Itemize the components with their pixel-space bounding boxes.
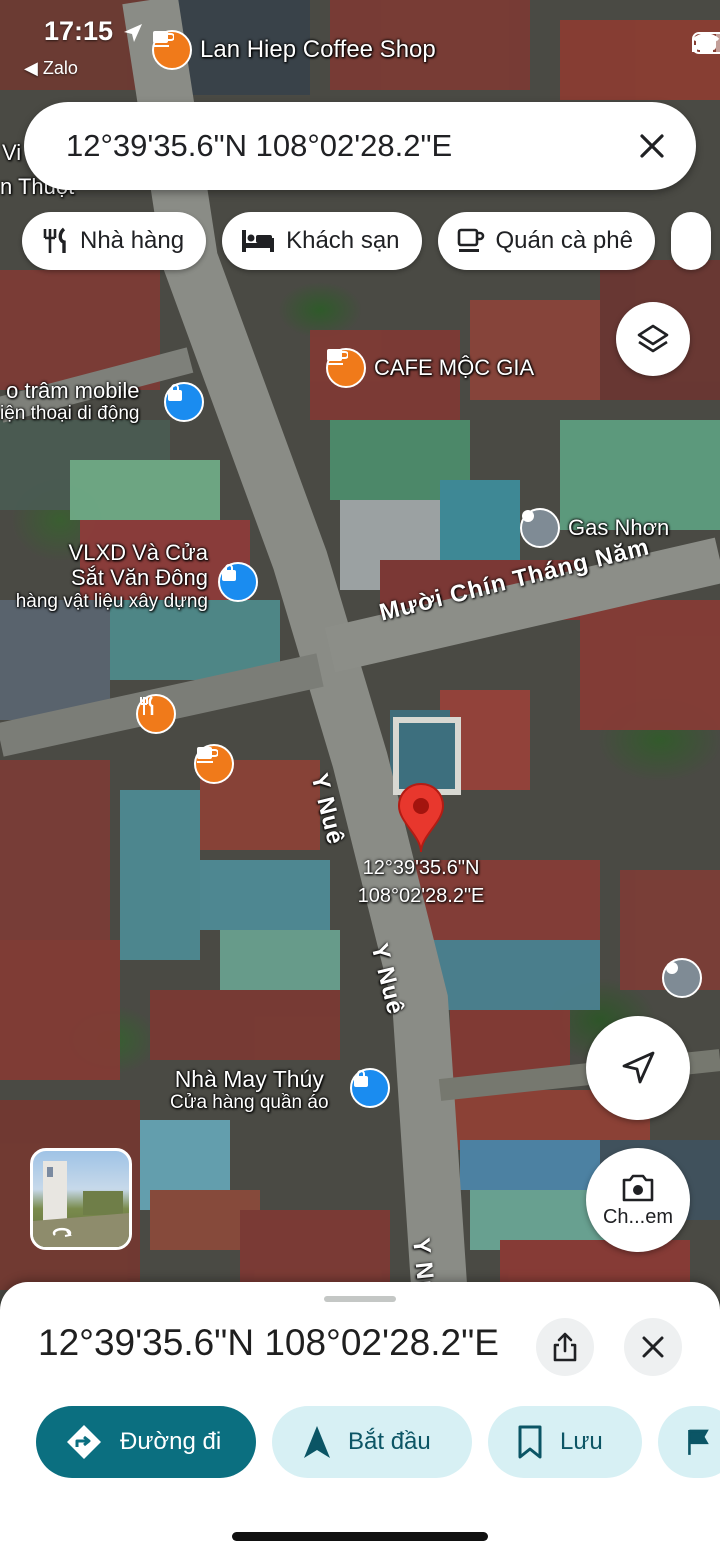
save-button[interactable]: Lưu <box>488 1406 642 1478</box>
lens-camera-button[interactable]: Ch...em <box>586 1148 690 1252</box>
dropped-pin-icon[interactable] <box>396 782 446 854</box>
coffee-pin-icon <box>152 30 192 70</box>
camera-icon <box>622 1174 654 1201</box>
navigation-arrow-icon <box>622 1051 655 1084</box>
layers-button[interactable] <box>616 302 690 376</box>
poi-label-vi: Vi <box>2 140 22 165</box>
coffee-pin-icon <box>326 348 366 388</box>
shopping-bag-pin-icon[interactable] <box>164 382 204 422</box>
poi-vlxd-van-dong[interactable]: VLXD Và Cửa Sắt Văn Đông hàng vật liệu x… <box>0 540 208 612</box>
place-bottom-sheet[interactable]: 12°39'35.6"N 108°02'28.2"E Đường đi Bắt … <box>0 1282 720 1557</box>
poi-tram-mobile[interactable]: o trâm mobile iện thoại di động <box>0 378 139 425</box>
sheet-drag-handle[interactable] <box>324 1296 396 1302</box>
hotel-icon <box>242 230 275 252</box>
poi-lan-hiep-coffee[interactable]: Lan Hiep Coffee Shop <box>152 30 436 70</box>
clear-search-button[interactable] <box>630 124 674 168</box>
directions-button[interactable]: Đường đi <box>36 1406 256 1478</box>
shopping-bag-pin-icon[interactable] <box>350 1068 390 1108</box>
search-query[interactable]: 12°39'35.6"N 108°02'28.2"E <box>66 128 630 164</box>
my-location-button[interactable] <box>586 1016 690 1120</box>
chip-restaurants[interactable]: Nhà hàng <box>22 212 207 270</box>
navigation-arrow-icon <box>304 1426 330 1458</box>
close-icon <box>640 134 664 158</box>
share-button[interactable] <box>536 1318 594 1376</box>
close-sheet-button[interactable] <box>624 1318 682 1376</box>
poi-cafe-moc-gia[interactable]: CAFE MỘC GIA <box>326 348 534 388</box>
directions-icon <box>67 1425 101 1459</box>
restaurant-pin-icon[interactable] <box>136 694 176 734</box>
coffee-icon <box>457 228 484 252</box>
start-navigation-button[interactable]: Bắt đầu <box>272 1406 472 1478</box>
back-to-app-link[interactable]: ◀ Zalo <box>24 58 78 79</box>
home-indicator[interactable] <box>232 1532 488 1541</box>
chip-hotels[interactable]: Khách sạn <box>222 212 422 270</box>
chip-coffee[interactable]: Quán cà phê <box>437 212 655 270</box>
poi-nha-may-thuy[interactable]: Nhà May Thúy Cửa hàng quần áo <box>170 1066 329 1114</box>
flag-icon <box>688 1429 709 1455</box>
street-view-preview-image <box>33 1161 129 1247</box>
search-bar[interactable]: 12°39'35.6"N 108°02'28.2"E <box>24 102 696 190</box>
camera-button-label: Ch...em <box>602 1205 674 1228</box>
more-actions-button[interactable] <box>658 1406 720 1478</box>
close-icon <box>642 1336 664 1358</box>
place-title: 12°39'35.6"N 108°02'28.2"E <box>38 1322 499 1363</box>
generic-place-pin-icon[interactable] <box>662 958 702 998</box>
action-buttons: Đường đi Bắt đầu Lưu <box>36 1406 720 1478</box>
dropped-pin-coordinates: 12°39'35.6"N 108°02'28.2"E <box>357 857 485 907</box>
coffee-pin-icon[interactable] <box>194 744 234 784</box>
status-time: 17:15 <box>44 16 114 46</box>
street-view-thumbnail[interactable] <box>30 1148 132 1250</box>
battery-icon <box>692 32 720 54</box>
category-chips: Nhà hàng Khách sạn Quán cà phê <box>22 212 711 270</box>
generic-place-pin-icon <box>520 508 560 548</box>
bookmark-icon <box>518 1425 542 1459</box>
shopping-bag-pin-icon[interactable] <box>218 562 258 602</box>
restaurant-icon <box>43 227 66 253</box>
share-icon <box>553 1332 577 1362</box>
layers-icon <box>637 324 669 353</box>
chip-more[interactable] <box>670 212 711 270</box>
location-arrow-icon <box>124 24 142 42</box>
